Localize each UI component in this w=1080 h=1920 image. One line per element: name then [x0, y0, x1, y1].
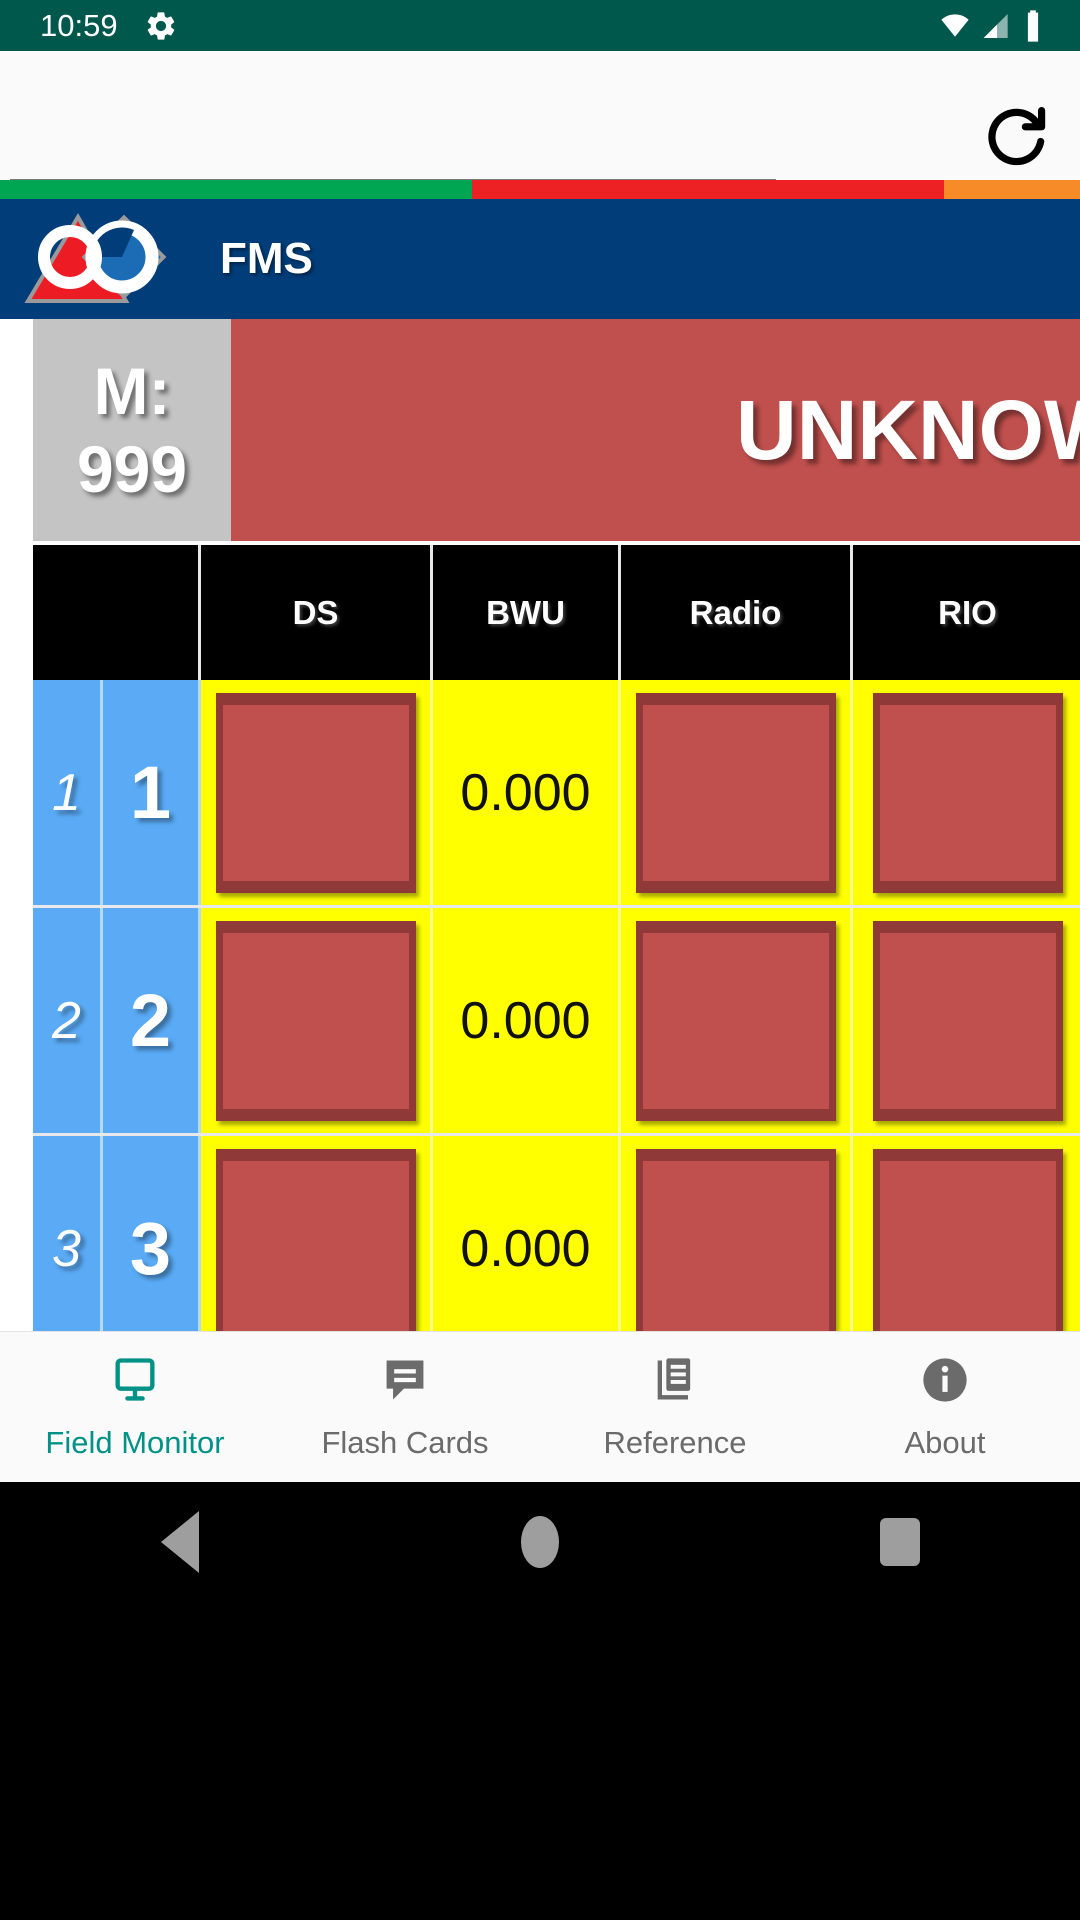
team-number: 3	[129, 1207, 172, 1290]
column-header-ds: DS	[201, 545, 433, 680]
field-monitor-panel: M: 999 UNKNOWN DS BWU Radio RIO 1	[0, 319, 1080, 1331]
team-number-cell: 1	[103, 680, 201, 905]
radio-status-cell	[621, 680, 853, 905]
wifi-icon	[941, 13, 969, 37]
monitor-icon	[109, 1354, 161, 1411]
radio-status-chip	[635, 692, 836, 893]
ds-status-chip	[215, 692, 416, 893]
bwu-value: 0.000	[460, 991, 591, 1050]
search-input[interactable]	[10, 103, 950, 163]
column-header-index	[33, 545, 201, 680]
stripe-segment-red	[472, 180, 944, 199]
team-number: 2	[129, 979, 172, 1062]
ds-status-cell	[201, 680, 433, 905]
match-number: 999	[76, 432, 188, 506]
station-index-cell: 2	[33, 908, 103, 1133]
radio-status-cell	[621, 908, 853, 1133]
station-index: 1	[52, 763, 81, 822]
bwu-cell: 0.000	[433, 680, 621, 905]
cell-signal-icon	[983, 13, 1008, 38]
table-row[interactable]: 2 2 0.000	[33, 908, 1080, 1136]
stripe-segment-green	[0, 180, 472, 199]
battery-full-icon	[1027, 9, 1039, 42]
bwu-cell: 0.000	[433, 908, 621, 1133]
ds-status-chip	[215, 1148, 416, 1331]
station-index-cell: 1	[33, 680, 103, 905]
tab-label: Field Monitor	[45, 1424, 225, 1460]
back-triangle-icon[interactable]	[120, 1482, 240, 1602]
bottom-tab-bar: Field Monitor Flash Cards Reference Abou…	[0, 1331, 1080, 1482]
team-number-cell: 2	[103, 908, 201, 1133]
station-index: 3	[52, 1219, 81, 1278]
tab-label: Flash Cards	[321, 1424, 489, 1460]
rio-status-cell	[853, 1136, 1080, 1331]
rio-status-cell	[853, 908, 1080, 1133]
status-bar-clock: 10:59	[40, 8, 118, 43]
android-nav-bar	[0, 1482, 1080, 1920]
bwu-value: 0.000	[460, 1219, 591, 1278]
team-number-cell: 3	[103, 1136, 201, 1331]
phone-screen: 10:59 FMS M: 999 UNKNO DS BWU Radio RIO …	[0, 0, 1080, 1920]
reference-book-icon	[649, 1354, 701, 1411]
status-bar-indicators	[938, 9, 1044, 43]
table-header-row: DS BWU Radio RIO	[33, 545, 1080, 680]
match-banner-row: M: 999 UNKNOWN	[33, 319, 1080, 541]
match-number-box: M: 999	[33, 319, 231, 541]
tab-label: About	[904, 1424, 986, 1460]
rio-status-cell	[853, 680, 1080, 905]
page-title: FMS	[220, 234, 313, 283]
recents-square-icon[interactable]	[840, 1482, 960, 1602]
ds-status-chip	[215, 920, 416, 1121]
flash-cards-icon	[379, 1354, 431, 1411]
gear-icon	[144, 9, 178, 43]
tab-flash-cards[interactable]: Flash Cards	[270, 1332, 540, 1482]
table-row[interactable]: 3 3 0.000	[33, 1136, 1080, 1331]
app-bar: FMS	[0, 199, 1080, 319]
tab-reference[interactable]: Reference	[540, 1332, 810, 1482]
stripe-segment-orange	[944, 180, 1080, 199]
tab-field-monitor[interactable]: Field Monitor	[0, 1332, 270, 1482]
team-number: 1	[129, 751, 172, 834]
tab-label: Reference	[603, 1424, 747, 1460]
rio-status-chip	[872, 1148, 1063, 1331]
column-header-rio: RIO	[853, 545, 1080, 680]
ds-status-cell	[201, 1136, 433, 1331]
bwu-cell: 0.000	[433, 1136, 621, 1331]
reload-icon[interactable]	[968, 91, 1060, 183]
column-header-bwu: BWU	[433, 545, 621, 680]
match-label: M:	[93, 354, 171, 428]
home-circle-icon[interactable]	[480, 1482, 600, 1602]
station-index: 2	[52, 991, 81, 1050]
column-header-radio: Radio	[621, 545, 853, 680]
table-row[interactable]: 1 1 0.000	[33, 680, 1080, 908]
ds-status-cell	[201, 908, 433, 1133]
browser-url-bar	[0, 51, 1080, 183]
rio-status-chip	[872, 920, 1063, 1121]
bwu-value: 0.000	[460, 763, 591, 822]
tab-about[interactable]: About	[810, 1332, 1080, 1482]
status-badge: UNKNOWN	[231, 319, 1080, 541]
station-index-cell: 3	[33, 1136, 103, 1331]
brand-color-stripe	[0, 180, 1080, 199]
android-status-bar: 10:59	[0, 0, 1080, 51]
rio-status-chip	[872, 692, 1063, 893]
first-logo-icon	[22, 211, 182, 307]
radio-status-chip	[635, 920, 836, 1121]
radio-status-chip	[635, 1148, 836, 1331]
radio-status-cell	[621, 1136, 853, 1331]
match-state-text: UNKNOWN	[736, 382, 1080, 477]
info-icon	[919, 1354, 971, 1411]
field-monitor-table: M: 999 UNKNOWN DS BWU Radio RIO 1	[33, 319, 1080, 1331]
